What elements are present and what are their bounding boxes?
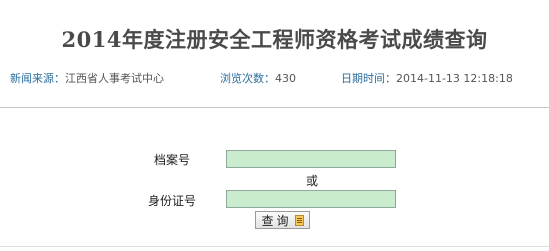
page-title: 2014年度注册安全工程师资格考试成绩查询 — [61, 27, 488, 52]
meta-views: 浏览次数：430 — [220, 70, 296, 86]
query-icon — [294, 214, 304, 226]
meta-views-value: 430 — [275, 72, 296, 85]
meta-source-value: 江西省人事考试中心 — [65, 72, 164, 85]
meta-datetime: 日期时间：2014-11-13 12:18:18 — [341, 70, 513, 86]
or-separator: 或 — [306, 174, 319, 188]
meta-source-label: 新闻来源： — [10, 72, 65, 85]
header-divider — [0, 107, 549, 108]
id-number-label: 身份证号 — [148, 194, 197, 208]
query-button[interactable]: 查询 — [255, 211, 310, 229]
id-number-input[interactable] — [226, 190, 396, 208]
archive-number-input[interactable] — [226, 150, 396, 168]
article-meta: 新闻来源：江西省人事考试中心 浏览次数：430 日期时间：2014-11-13 … — [0, 70, 549, 86]
query-button-label: 查询 — [261, 213, 292, 228]
meta-datetime-value: 2014-11-13 12:18:18 — [396, 72, 513, 85]
archive-number-label: 档案号 — [154, 153, 191, 167]
meta-source: 新闻来源：江西省人事考试中心 — [10, 70, 164, 86]
meta-views-label: 浏览次数： — [220, 72, 275, 85]
footer-divider — [0, 246, 549, 247]
meta-datetime-label: 日期时间： — [341, 72, 396, 85]
